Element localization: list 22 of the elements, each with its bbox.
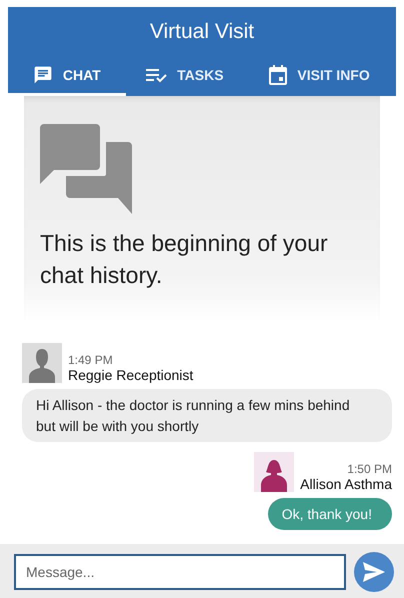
send-button[interactable] <box>354 552 394 592</box>
sender-name: Reggie Receptionist <box>68 367 194 384</box>
tab[interactable]: VISIT INFO <box>243 56 396 96</box>
checklist-icon <box>145 66 168 82</box>
tab-label: VISIT INFO <box>297 66 370 82</box>
avatar-icon <box>22 343 62 384</box>
app-title: Virtual Visit <box>150 19 254 45</box>
sender-name: Allison Asthma <box>300 476 392 492</box>
banner-text: This is the beginning of your chat history. <box>40 229 329 290</box>
message-bubble: Hi Allison - the doctor is running a few mins behind but will be with you shortly <box>22 389 392 442</box>
message-bubble: Ok, thank you! <box>268 498 392 530</box>
avatar-icon <box>254 452 294 492</box>
send-icon <box>363 562 385 582</box>
message-time: 1:50 PM <box>347 462 392 476</box>
message-time: 1:49 PM <box>68 353 113 368</box>
calendar-icon <box>269 64 288 84</box>
chat-icon <box>32 64 53 84</box>
tab[interactable]: TASKS <box>126 56 244 96</box>
message-field[interactable]: Message... <box>14 554 346 590</box>
chat-icon <box>40 124 132 214</box>
tab-label: TASKS <box>177 66 224 82</box>
tab-label: CHAT <box>62 66 101 82</box>
